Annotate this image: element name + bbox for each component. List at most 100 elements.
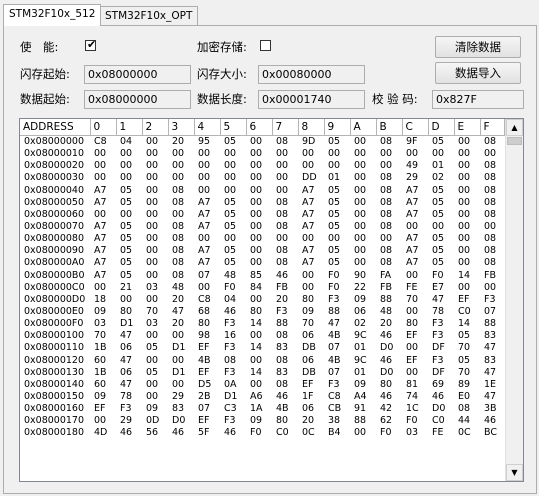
- byte-cell[interactable]: 00: [298, 148, 324, 160]
- byte-cell[interactable]: 00: [194, 148, 220, 160]
- byte-cell[interactable]: 00: [272, 233, 298, 245]
- address-cell[interactable]: 0x08000070: [20, 221, 90, 233]
- byte-cell[interactable]: A7: [402, 245, 428, 257]
- byte-cell[interactable]: 08: [168, 221, 194, 233]
- byte-cell[interactable]: 00: [454, 209, 480, 221]
- byte-cell[interactable]: 18: [90, 294, 116, 306]
- byte-cell[interactable]: 46: [376, 330, 402, 342]
- byte-cell[interactable]: 83: [480, 330, 504, 342]
- byte-cell[interactable]: 1A: [246, 403, 272, 415]
- byte-cell[interactable]: 83: [272, 367, 298, 379]
- byte-cell[interactable]: 05: [324, 136, 350, 149]
- byte-cell[interactable]: 05: [116, 197, 142, 209]
- byte-cell[interactable]: 46: [272, 391, 298, 403]
- byte-cell[interactable]: 56: [142, 427, 168, 439]
- byte-cell[interactable]: 00: [402, 342, 428, 354]
- byte-cell[interactable]: 00: [142, 209, 168, 221]
- byte-cell[interactable]: 00: [350, 136, 376, 149]
- byte-cell[interactable]: 05: [428, 136, 454, 149]
- byte-cell[interactable]: 80: [194, 318, 220, 330]
- byte-cell[interactable]: 70: [142, 306, 168, 318]
- byte-cell[interactable]: A7: [90, 221, 116, 233]
- byte-cell[interactable]: 02: [428, 172, 454, 184]
- table-row[interactable]: 0x08000120 60 47 00 00 4B 08 00 08 06 4B 9C 46 EF F3 05…: [20, 355, 504, 367]
- byte-cell[interactable]: 07: [194, 403, 220, 415]
- byte-cell[interactable]: 05: [116, 233, 142, 245]
- byte-cell[interactable]: 05: [116, 185, 142, 197]
- byte-cell[interactable]: 07: [324, 367, 350, 379]
- byte-cell[interactable]: 00: [480, 282, 504, 294]
- column-header-c[interactable]: C: [402, 119, 429, 136]
- table-row[interactable]: 0x08000180 4D 46 56 46 5F 46 F0 C0 0C B4 00 F0 03 FE 0C…: [20, 427, 504, 439]
- table-row[interactable]: 0x08000020 00 00 00 00 00 00 00 00 00 00 00 00 49 01 00…: [20, 160, 504, 172]
- column-header-1[interactable]: 1: [116, 119, 143, 136]
- byte-cell[interactable]: 08: [168, 185, 194, 197]
- byte-cell[interactable]: 00: [142, 233, 168, 245]
- byte-cell[interactable]: F0: [324, 282, 350, 294]
- table-row[interactable]: 0x08000040 A7 05 00 08 00 00 00 00 A7 05 00 08 A7 05 00…: [20, 185, 504, 197]
- byte-cell[interactable]: 98: [194, 330, 220, 342]
- byte-cell[interactable]: 00: [350, 209, 376, 221]
- byte-cell[interactable]: 16: [220, 330, 246, 342]
- byte-cell[interactable]: 29: [168, 391, 194, 403]
- byte-cell[interactable]: 08: [376, 185, 402, 197]
- byte-cell[interactable]: 29: [402, 172, 428, 184]
- address-cell[interactable]: 0x08000140: [20, 379, 90, 391]
- byte-cell[interactable]: F0: [428, 270, 454, 282]
- byte-cell[interactable]: F0: [402, 415, 428, 427]
- data-start-field[interactable]: 0x08000000: [84, 90, 191, 109]
- byte-cell[interactable]: 1E: [480, 379, 504, 391]
- byte-cell[interactable]: 00: [246, 172, 272, 184]
- byte-cell[interactable]: B4: [324, 427, 350, 439]
- byte-cell[interactable]: 03: [142, 318, 168, 330]
- byte-cell[interactable]: 05: [428, 257, 454, 269]
- byte-cell[interactable]: 08: [454, 403, 480, 415]
- byte-cell[interactable]: 00: [142, 257, 168, 269]
- byte-cell[interactable]: 14: [246, 342, 272, 354]
- byte-cell[interactable]: F3: [480, 294, 504, 306]
- byte-cell[interactable]: 08: [480, 197, 504, 209]
- byte-cell[interactable]: F3: [324, 379, 350, 391]
- address-cell[interactable]: 0x080000B0: [20, 270, 90, 282]
- byte-cell[interactable]: 03: [90, 318, 116, 330]
- byte-cell[interactable]: 38: [324, 415, 350, 427]
- byte-cell[interactable]: EF: [454, 294, 480, 306]
- byte-cell[interactable]: A7: [402, 185, 428, 197]
- byte-cell[interactable]: F3: [220, 342, 246, 354]
- byte-cell[interactable]: 05: [116, 221, 142, 233]
- byte-cell[interactable]: 68: [194, 306, 220, 318]
- byte-cell[interactable]: EF: [194, 342, 220, 354]
- byte-cell[interactable]: 00: [90, 160, 116, 172]
- byte-cell[interactable]: 03: [402, 427, 428, 439]
- byte-cell[interactable]: 00: [350, 245, 376, 257]
- byte-cell[interactable]: 9F: [402, 136, 428, 149]
- byte-cell[interactable]: 07: [324, 342, 350, 354]
- byte-cell[interactable]: 62: [376, 415, 402, 427]
- byte-cell[interactable]: A7: [90, 185, 116, 197]
- byte-cell[interactable]: F3: [324, 294, 350, 306]
- byte-cell[interactable]: 08: [168, 270, 194, 282]
- byte-cell[interactable]: EF: [402, 355, 428, 367]
- byte-cell[interactable]: 08: [272, 355, 298, 367]
- byte-cell[interactable]: 00: [350, 257, 376, 269]
- byte-cell[interactable]: 05: [220, 209, 246, 221]
- address-cell[interactable]: 0x08000110: [20, 342, 90, 354]
- byte-cell[interactable]: 70: [298, 318, 324, 330]
- byte-cell[interactable]: 00: [454, 233, 480, 245]
- byte-cell[interactable]: 06: [298, 330, 324, 342]
- byte-cell[interactable]: 83: [480, 355, 504, 367]
- byte-cell[interactable]: 06: [298, 403, 324, 415]
- byte-cell[interactable]: 00: [142, 172, 168, 184]
- byte-cell[interactable]: E7: [428, 282, 454, 294]
- byte-cell[interactable]: 02: [350, 318, 376, 330]
- byte-cell[interactable]: 00: [246, 245, 272, 257]
- byte-cell[interactable]: 00: [246, 379, 272, 391]
- byte-cell[interactable]: 06: [116, 342, 142, 354]
- byte-cell[interactable]: 90: [350, 270, 376, 282]
- byte-cell[interactable]: A7: [90, 233, 116, 245]
- byte-cell[interactable]: 00: [454, 245, 480, 257]
- byte-cell[interactable]: 08: [272, 257, 298, 269]
- byte-cell[interactable]: D1: [220, 391, 246, 403]
- byte-cell[interactable]: 00: [324, 148, 350, 160]
- byte-cell[interactable]: 00: [428, 221, 454, 233]
